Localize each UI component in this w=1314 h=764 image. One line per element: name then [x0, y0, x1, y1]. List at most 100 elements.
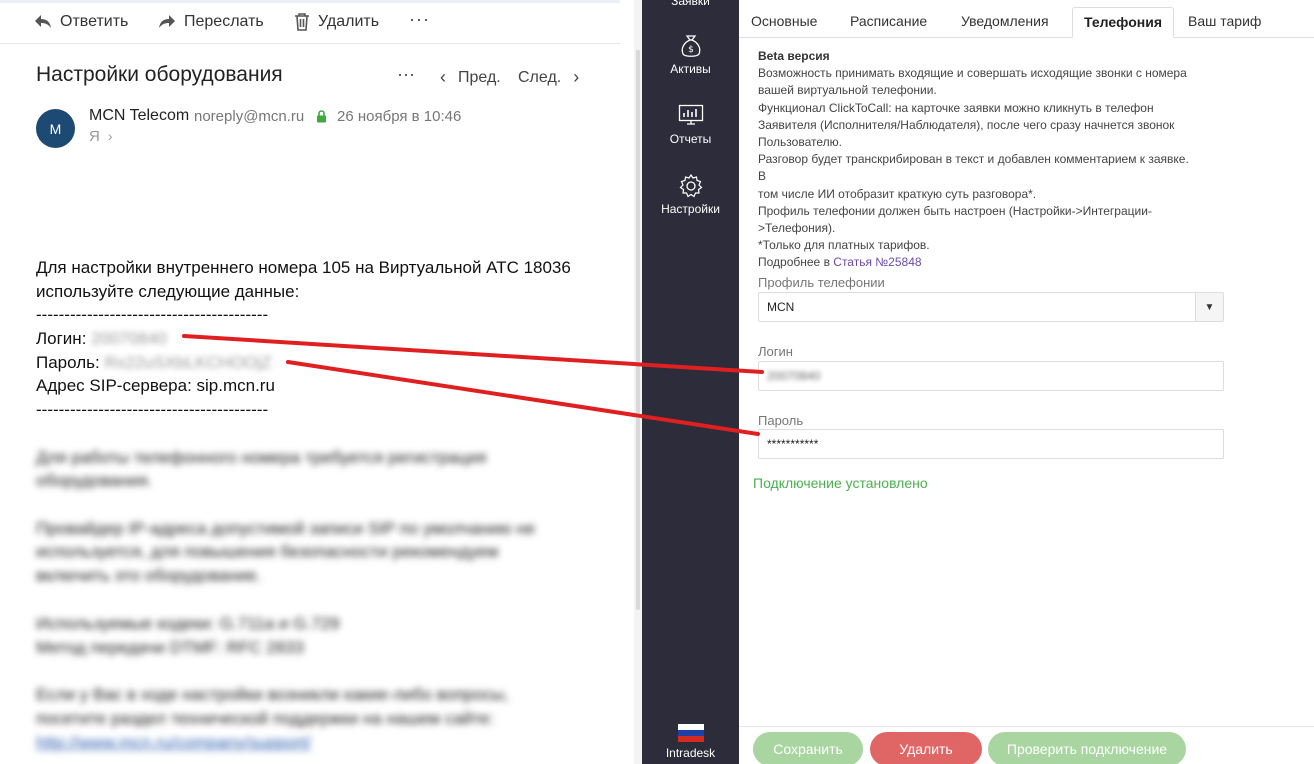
- sidebar-item-label: Отчеты: [669, 132, 712, 146]
- body-separator-top: ----------------------------------------…: [36, 305, 269, 324]
- lock-icon: [317, 110, 326, 123]
- sidebar-item-reports[interactable]: Отчеты: [642, 104, 739, 146]
- brand-logo[interactable]: Intradesk: [642, 724, 739, 760]
- blurred-text: используется, для повышения безопасности…: [36, 542, 499, 561]
- subject-more-button[interactable]: ···: [397, 64, 415, 85]
- sidebar-item-label: Заявки: [671, 0, 710, 8]
- description-line: Разговор будет транскрибирован в текст и…: [758, 152, 1189, 184]
- next-message-button[interactable]: След. ›: [518, 67, 579, 88]
- body-separator-bottom: ----------------------------------------…: [36, 400, 269, 419]
- save-button[interactable]: Сохранить: [753, 732, 863, 764]
- description-line: Заявителя (Исполнителя/Наблюдателя), пос…: [758, 117, 1175, 132]
- tab-tariff[interactable]: Ваш тариф: [1177, 7, 1272, 38]
- profile-label: Профиль телефонии: [758, 275, 885, 290]
- trash-icon: [295, 13, 309, 31]
- forward-icon: [159, 15, 175, 28]
- description-line: Профиль телефонии должен быть настроен (…: [758, 203, 1152, 218]
- app-sidebar: Заявки $ Активы Отчеты Настройки Intrade…: [642, 0, 739, 764]
- description-line: Пользователю.: [758, 135, 842, 150]
- tab-telephony[interactable]: Телефония: [1072, 7, 1174, 38]
- description-line: том числе ИИ отобразит краткую суть разг…: [758, 186, 1037, 201]
- blurred-text: Если у Вас в ходе настройки возникли как…: [36, 685, 509, 704]
- sender-avatar[interactable]: M: [36, 109, 75, 148]
- telephony-description: Beta версия Возможность принимать входящ…: [758, 48, 1198, 272]
- forward-button[interactable]: Переслать: [158, 11, 264, 33]
- sidebar-item-label: Активы: [670, 62, 711, 76]
- recipient-label: Я: [89, 128, 100, 145]
- login-input-value: 20070840: [767, 369, 821, 383]
- money-bag-icon: $: [681, 35, 700, 57]
- russia-flag-icon: [677, 724, 704, 742]
- reply-icon: [35, 15, 51, 28]
- gear-icon: [679, 174, 702, 198]
- description-line: вашей виртуальной телефонии.: [758, 83, 937, 98]
- sender-email[interactable]: noreply@mcn.ru: [194, 108, 304, 125]
- chart-monitor-icon: [678, 104, 703, 125]
- sender-name[interactable]: MCN Telecom: [89, 107, 189, 125]
- settings-tabs: Основные Расписание Уведомления Телефони…: [739, 0, 1314, 38]
- login-input[interactable]: 20070840: [758, 361, 1224, 391]
- next-label: След.: [518, 68, 562, 86]
- tab-schedule[interactable]: Расписание: [839, 7, 938, 38]
- description-line: Функционал ClickToCall: на карточке заяв…: [758, 100, 1154, 115]
- blurred-text: включить это оборудование.: [36, 566, 262, 585]
- sidebar-item-label: Настройки: [661, 202, 720, 216]
- sender-date: 26 ноября в 10:46: [337, 108, 462, 125]
- dropdown-arrow-icon[interactable]: ▼: [1195, 293, 1223, 321]
- tab-notifications[interactable]: Уведомления: [950, 7, 1060, 38]
- body-line-2: используйте следующие данные:: [36, 282, 300, 301]
- support-link[interactable]: http://www.mcn.ru/company/support/: [36, 733, 311, 753]
- toolbar-top-divider: [0, 0, 620, 3]
- password-input-value: ***********: [767, 437, 819, 451]
- body-line-1: Для настройки внутреннего номера 105 на …: [36, 258, 571, 277]
- body-login-line: Логин: 20070840: [36, 329, 167, 349]
- chevron-right-icon: ›: [573, 67, 580, 87]
- forward-label: Переслать: [184, 13, 264, 30]
- login-value: 20070840: [91, 329, 167, 348]
- login-label: Логин:: [36, 329, 87, 348]
- password-label: Пароль:: [36, 353, 100, 372]
- body-sip-line: Адрес SIP-сервера: sip.mcn.ru: [36, 376, 275, 395]
- profile-select[interactable]: MCN ▼: [758, 292, 1224, 322]
- delete-mail-label: Удалить: [318, 13, 380, 30]
- blurred-text: Метод передачи DTMF: RFC 2833: [36, 638, 304, 657]
- brand-label: Intradesk: [665, 746, 716, 760]
- mail-viewer: Ответить Переслать Удалить ··· Настройки…: [0, 0, 634, 764]
- more-prefix: Подробнее в: [758, 255, 834, 270]
- password-field-label: Пароль: [758, 413, 804, 428]
- beta-label: Beta версия: [758, 49, 830, 63]
- prev-label: Пред.: [458, 68, 501, 86]
- password-input[interactable]: ***********: [758, 429, 1224, 459]
- article-link[interactable]: Статья №25848: [833, 255, 921, 269]
- chevron-right-icon: ›: [107, 128, 113, 144]
- tab-general[interactable]: Основные: [740, 7, 828, 38]
- mail-scrollbar-thumb[interactable]: [636, 50, 640, 610]
- mail-toolbar: Ответить Переслать Удалить ···: [0, 0, 620, 44]
- blurred-text: посетите раздел технической поддержки на…: [36, 709, 495, 728]
- description-line: Возможность принимать входящие и соверша…: [758, 66, 1187, 81]
- connection-status: Подключение установлено: [753, 475, 928, 491]
- check-connection-button[interactable]: Проверить подключение: [988, 732, 1186, 764]
- profile-value: MCN: [767, 300, 795, 314]
- recipient-toggle[interactable]: Я ›: [89, 128, 113, 145]
- blurred-text: Используемые кодеки: G.711a и G.729: [36, 614, 340, 633]
- login-field-label: Логин: [758, 344, 793, 359]
- prev-message-button[interactable]: ‹ Пред.: [440, 67, 501, 88]
- description-more-line: Подробнее в Статья №25848: [758, 254, 1198, 271]
- sidebar-item-requests[interactable]: Заявки: [642, 0, 739, 8]
- chevron-left-icon: ‹: [440, 67, 446, 87]
- password-value: Rx22uSXbLKCHOOjZ: [104, 353, 272, 372]
- sidebar-item-assets[interactable]: $ Активы: [642, 34, 739, 76]
- reply-label: Ответить: [60, 13, 129, 30]
- delete-profile-button[interactable]: Удалить: [870, 732, 982, 764]
- reply-button[interactable]: Ответить: [34, 11, 128, 33]
- settings-panel: Основные Расписание Уведомления Телефони…: [739, 0, 1314, 764]
- toolbar-more-button[interactable]: ···: [409, 9, 430, 30]
- body-password-line: Пароль: Rx22uSXbLKCHOOjZ: [36, 353, 272, 373]
- delete-mail-button[interactable]: Удалить: [294, 11, 379, 33]
- blurred-text: Провайдер IP-адреса допустимой записи SI…: [36, 519, 536, 538]
- sidebar-item-settings[interactable]: Настройки: [642, 174, 739, 216]
- svg-text:$: $: [688, 45, 694, 55]
- description-line: *Только для платных тарифов.: [758, 238, 930, 253]
- mail-subject: Настройки оборудования: [36, 63, 283, 86]
